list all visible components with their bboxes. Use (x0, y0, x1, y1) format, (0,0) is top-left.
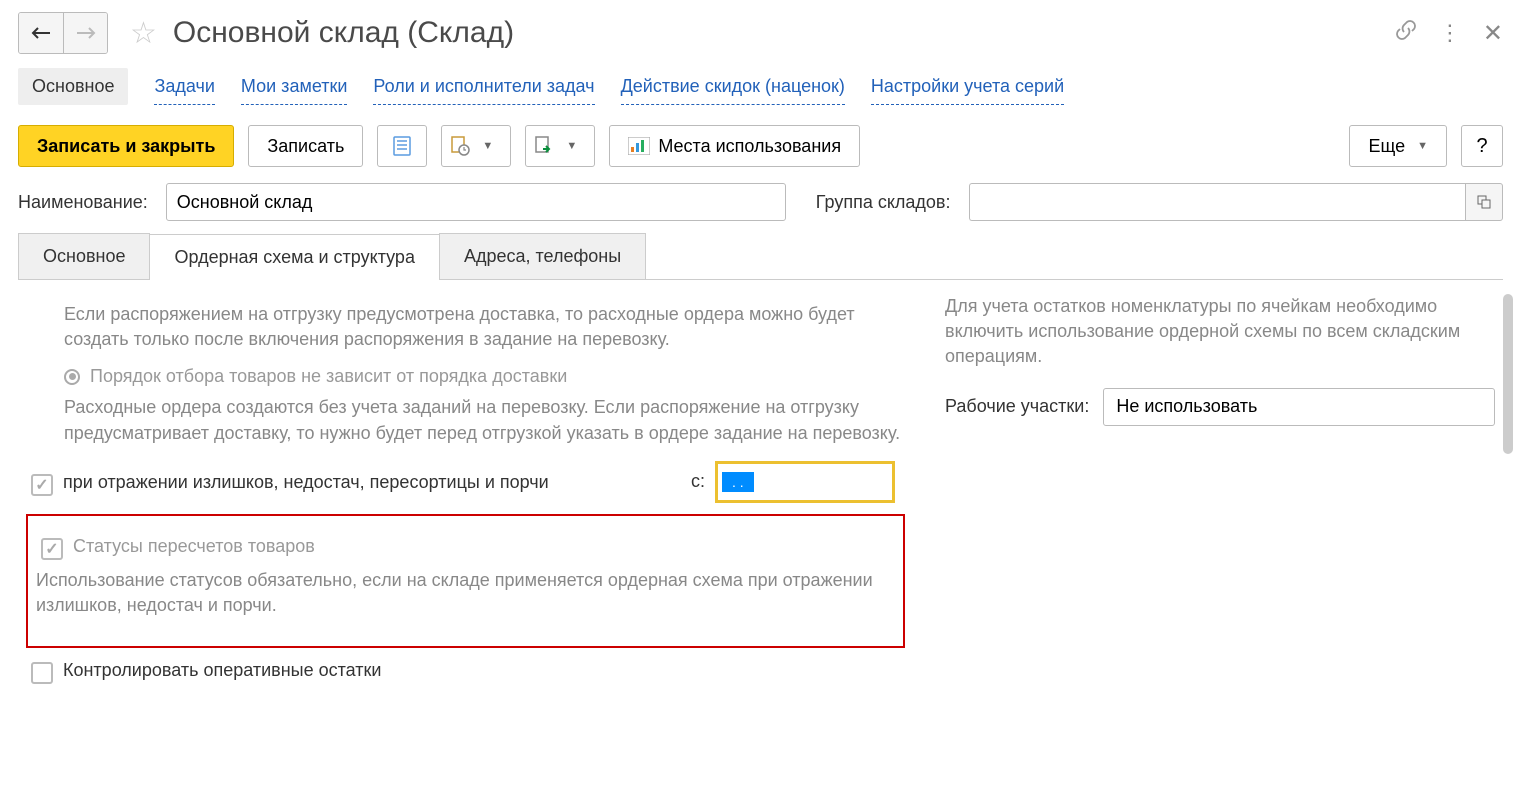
arrow-left-icon (31, 26, 51, 40)
date-input[interactable]: . . (715, 461, 895, 503)
tab-content: Если распоряжением на отгрузку предусмот… (18, 280, 1503, 700)
status-label: Статусы пересчетов товаров (73, 536, 315, 557)
doc-clock-icon (450, 136, 470, 156)
nav-buttons (18, 12, 108, 54)
doc-arrow-button[interactable]: ▼ (525, 125, 595, 167)
date-from-label: с: (691, 471, 705, 492)
save-button[interactable]: Записать (248, 125, 363, 167)
kebab-menu-icon[interactable]: ⋮ (1439, 20, 1461, 46)
close-button[interactable]: ✕ (1483, 19, 1503, 48)
usage-label: Места использования (658, 136, 841, 157)
group-input[interactable] (969, 183, 1466, 221)
favorite-star-icon[interactable]: ☆ (130, 16, 157, 51)
checkbox-control[interactable] (31, 662, 53, 684)
work-areas-label: Рабочие участки: (945, 396, 1089, 417)
scrollbar[interactable] (1503, 294, 1513, 454)
group-expand-button[interactable] (1465, 183, 1503, 221)
nav-series[interactable]: Настройки учета серий (871, 68, 1064, 105)
nav-discounts[interactable]: Действие скидок (наценок) (621, 68, 845, 105)
list-icon-button[interactable] (377, 125, 427, 167)
help-button[interactable]: ? (1461, 125, 1503, 167)
list-icon (393, 136, 411, 156)
usage-button[interactable]: Места использования (609, 125, 860, 167)
back-button[interactable] (19, 13, 63, 53)
name-input[interactable] (166, 183, 786, 221)
checkbox-surplus[interactable] (31, 474, 53, 496)
radio-order-label: Порядок отбора товаров не зависит от пор… (90, 366, 567, 387)
tab-orders[interactable]: Ордерная схема и структура (149, 234, 439, 280)
nav-roles[interactable]: Роли и исполнители задач (373, 68, 594, 105)
delivery-desc: Если распоряжением на отгрузку предусмот… (64, 302, 905, 352)
doc-clock-button[interactable]: ▼ (441, 125, 511, 167)
caret-down-icon: ▼ (1417, 140, 1428, 152)
caret-down-icon: ▼ (482, 140, 493, 152)
nav-notes[interactable]: Мои заметки (241, 68, 348, 105)
group-label: Группа складов: (816, 192, 951, 213)
sub-nav: Основное Задачи Мои заметки Роли и испол… (18, 68, 1503, 105)
link-icon[interactable] (1395, 19, 1417, 47)
tab-main[interactable]: Основное (18, 233, 150, 279)
date-value: . . (722, 472, 754, 492)
checkbox-status[interactable] (41, 538, 63, 560)
page-title: Основной склад (Склад) (173, 16, 514, 50)
forward-button[interactable] (63, 13, 107, 53)
chart-icon (628, 137, 650, 155)
nav-main[interactable]: Основное (18, 68, 128, 105)
right-desc: Для учета остатков номенклатуры по ячейк… (945, 294, 1495, 370)
surplus-label: при отражении излишков, недостач, пересо… (63, 472, 549, 493)
more-button[interactable]: Еще ▼ (1349, 125, 1447, 167)
tab-addresses[interactable]: Адреса, телефоны (439, 233, 646, 279)
status-highlight-box: Статусы пересчетов товаров Использование… (26, 514, 905, 648)
doc-arrow-icon (534, 136, 554, 156)
radio-order-independent[interactable] (64, 369, 80, 385)
more-label: Еще (1368, 136, 1405, 157)
name-label: Наименование: (18, 192, 148, 213)
arrow-right-icon (76, 26, 96, 40)
expand-icon (1477, 195, 1491, 209)
order-desc: Расходные ордера создаются без учета зад… (64, 395, 905, 445)
work-areas-select[interactable] (1103, 388, 1495, 426)
caret-down-icon: ▼ (566, 140, 577, 152)
save-close-button[interactable]: Записать и закрыть (18, 125, 234, 167)
status-desc: Использование статусов обязательно, если… (36, 568, 895, 618)
control-label: Контролировать оперативные остатки (63, 660, 381, 681)
nav-tasks[interactable]: Задачи (154, 68, 214, 105)
